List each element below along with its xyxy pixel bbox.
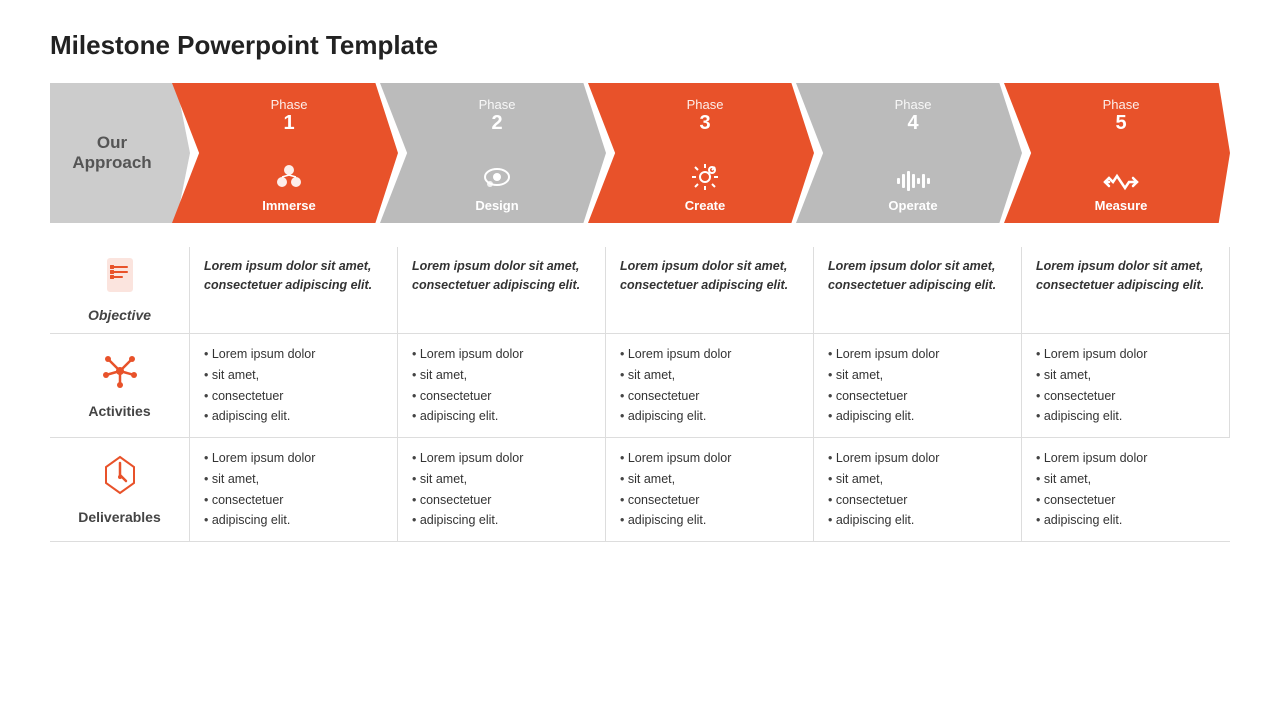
activities-cell-4: Lorem ipsum dolor sit amet, consectetuer… (814, 334, 1022, 438)
phase-2-arrow: Phase 2 Design (380, 83, 606, 223)
activities-label: Activities (88, 403, 150, 419)
objective-cell-3: Lorem ipsum dolor sit amet, consectetuer… (606, 247, 814, 334)
phase-4-number: 4 (907, 112, 918, 135)
objective-cell-4: Lorem ipsum dolor sit amet, consectetuer… (814, 247, 1022, 334)
phase-5-name: Measure (1095, 198, 1148, 213)
phase-2-label: Phase (479, 97, 516, 112)
deliverables-row-header: Deliverables (50, 438, 190, 542)
phase-3-number: 3 (699, 112, 710, 135)
deliverables-cell-4: Lorem ipsum dolor sit amet, consectetuer… (814, 438, 1022, 542)
data-table: Objective Lorem ipsum dolor sit amet, co… (50, 247, 1230, 542)
objective-row-header: Objective (50, 247, 190, 334)
phase-4-icon (896, 170, 930, 196)
phase-4-arrow: Phase 4 Operate (796, 83, 1022, 223)
phase-1-arrow: Phase 1 Immerse (172, 83, 398, 223)
objective-label: Objective (88, 307, 151, 323)
deliverables-cell-1: Lorem ipsum dolor sit amet, consectetuer… (190, 438, 398, 542)
phase-5-icon (1103, 170, 1139, 196)
phase-3-name: Create (685, 198, 725, 213)
phase-1-icon (273, 160, 305, 196)
phase-1-name: Immerse (262, 198, 315, 213)
objective-cell-1: Lorem ipsum dolor sit amet, consectetuer… (190, 247, 398, 334)
phase-1-number: 1 (283, 112, 294, 135)
phase-4-name: Operate (888, 198, 937, 213)
page-title: Milestone Powerpoint Template (50, 30, 1230, 61)
activities-cell-3: Lorem ipsum dolor sit amet, consectetuer… (606, 334, 814, 438)
deliverables-icon (102, 455, 138, 503)
phases-container: OurApproach Phase 1 Immerse Phase 2 (50, 83, 1230, 223)
activities-cell-2: Lorem ipsum dolor sit amet, consectetuer… (398, 334, 606, 438)
phase-2-name: Design (475, 198, 518, 213)
activities-icon (100, 353, 140, 397)
objective-icon (102, 257, 138, 301)
phase-4-label: Phase (895, 97, 932, 112)
phase-5-number: 5 (1115, 112, 1126, 135)
activities-cell-5: Lorem ipsum dolor sit amet, consectetuer… (1022, 334, 1230, 438)
phase-5-arrow: Phase 5 Measure (1004, 83, 1230, 223)
objective-cell-2: Lorem ipsum dolor sit amet, consectetuer… (398, 247, 606, 334)
deliverables-cell-5: Lorem ipsum dolor sit amet, consectetuer… (1022, 438, 1230, 542)
approach-label: OurApproach (50, 83, 190, 223)
phase-2-number: 2 (491, 112, 502, 135)
activities-cell-1: Lorem ipsum dolor sit amet, consectetuer… (190, 334, 398, 438)
deliverables-cell-3: Lorem ipsum dolor sit amet, consectetuer… (606, 438, 814, 542)
phase-2-icon (482, 162, 512, 196)
phase-3-icon (690, 162, 720, 196)
deliverables-label: Deliverables (78, 509, 161, 525)
phase-3-arrow: Phase 3 Create (588, 83, 814, 223)
phase-1-label: Phase (271, 97, 308, 112)
phase-3-label: Phase (687, 97, 724, 112)
phase-5-label: Phase (1103, 97, 1140, 112)
activities-row-header: Activities (50, 334, 190, 438)
deliverables-cell-2: Lorem ipsum dolor sit amet, consectetuer… (398, 438, 606, 542)
objective-cell-5: Lorem ipsum dolor sit amet, consectetuer… (1022, 247, 1230, 334)
